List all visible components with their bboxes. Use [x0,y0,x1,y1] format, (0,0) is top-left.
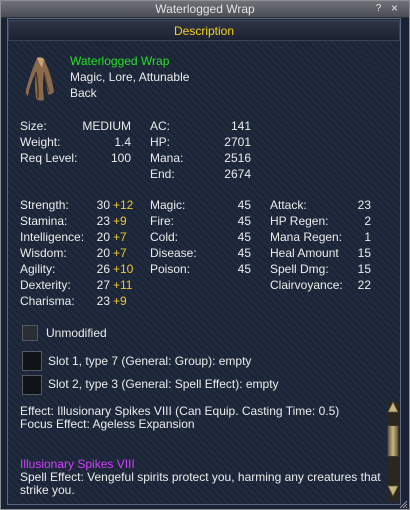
weight-label: Weight: [20,135,61,149]
wisdom-bonus: +7 [113,246,127,260]
ac-value: 141 [230,119,251,133]
end-label: End: [150,167,175,181]
section-header: Description [8,20,400,41]
agility-label: Agility: [20,262,56,276]
charisma-value: 23 [96,294,110,308]
spell-name: Illusionary Spikes VIII [20,457,135,471]
unmodified-checkbox[interactable] [22,325,38,341]
hp-value: 2701 [224,135,251,149]
intelligence-bonus: +7 [113,230,127,244]
cold-resist-label: Cold: [150,230,179,244]
wisdom-value: 20 [96,246,110,260]
poison-resist-value: 45 [237,262,251,276]
item-name: Waterlogged Wrap [70,54,170,68]
magic-resist-value: 45 [237,198,251,212]
req-level-value: 100 [110,151,131,165]
window-title: Waterlogged Wrap [155,2,255,16]
effect-text: Effect: Illusionary Spikes VIII (Can Equ… [20,404,340,418]
resize-grip-icon[interactable] [398,499,408,509]
hp-label: HP: [150,135,171,149]
mana-label: Mana: [150,151,184,165]
agility-value: 26 [96,262,110,276]
strength-label: Strength: [20,198,69,212]
dexterity-label: Dexterity: [20,278,71,292]
attack-value: 23 [357,198,371,212]
fire-resist-value: 45 [237,214,251,228]
scroll-down-arrow-icon[interactable] [387,485,399,497]
title-bar[interactable]: Waterlogged Wrap ? × [1,1,409,18]
disease-resist-value: 45 [237,246,251,260]
req-level-label: Req Level: [20,151,78,165]
size-label: Size: [20,119,47,133]
size-value: MEDIUM [82,119,131,133]
magic-resist-label: Magic: [150,198,186,212]
poison-resist-label: Poison: [150,262,191,276]
hp-regen-label: HP Regen: [270,214,329,228]
mana-regen-value: 1 [364,230,371,244]
fire-resist-label: Fire: [150,214,174,228]
spell-damage-value: 15 [357,262,371,276]
aug-slot-2-label: Slot 2, type 3 (General: Spell Effect): … [48,377,279,391]
mana-regen-label: Mana Regen: [270,230,343,244]
intelligence-label: Intelligence: [20,230,85,244]
strength-bonus: +12 [113,198,134,212]
strength-value: 30 [96,198,110,212]
spell-damage-label: Spell Dmg: [270,262,329,276]
stamina-value: 23 [96,214,110,228]
charisma-label: Charisma: [20,294,75,308]
disease-resist-label: Disease: [150,246,197,260]
dexterity-bonus: +11 [113,278,133,292]
scrollbar-thumb[interactable] [387,425,399,457]
focus-effect-text: Focus Effect: Ageless Expansion [20,417,195,431]
clairvoyance-value: 22 [357,278,371,292]
unmodified-label: Unmodified [46,326,107,340]
spell-effect-line-2: strike you. [20,483,75,497]
dexterity-value: 27 [96,278,110,292]
stamina-bonus: +9 [113,214,127,228]
clairvoyance-label: Clairvoyance: [270,278,343,292]
item-flags: Magic, Lore, Attunable [70,70,190,84]
cold-resist-value: 45 [237,230,251,244]
mana-value: 2516 [224,151,251,165]
heal-amount-value: 15 [357,246,371,260]
section-header-label: Description [173,24,235,38]
close-button[interactable]: × [389,2,400,14]
aug-slot-2[interactable] [22,375,42,395]
aug-slot-1[interactable] [22,351,42,371]
item-slot: Back [70,86,97,100]
agility-bonus: +10 [113,262,134,276]
weight-value: 1.4 [114,135,131,149]
spell-effect-line-1: Spell Effect: Vengeful spirits protect y… [20,470,381,484]
cloak-icon [25,57,54,101]
intelligence-value: 20 [96,230,110,244]
charisma-bonus: +9 [113,294,127,308]
aug-slot-1-label: Slot 1, type 7 (General: Group): empty [48,354,252,368]
attack-label: Attack: [270,198,307,212]
end-value: 2674 [224,167,251,181]
heal-amount-label: Heal Amount [270,246,339,260]
help-button[interactable]: ? [373,3,384,14]
stamina-label: Stamina: [20,214,68,228]
wisdom-label: Wisdom: [20,246,67,260]
scroll-up-arrow-icon[interactable] [387,401,399,413]
ac-label: AC: [150,119,171,133]
hp-regen-value: 2 [364,214,371,228]
